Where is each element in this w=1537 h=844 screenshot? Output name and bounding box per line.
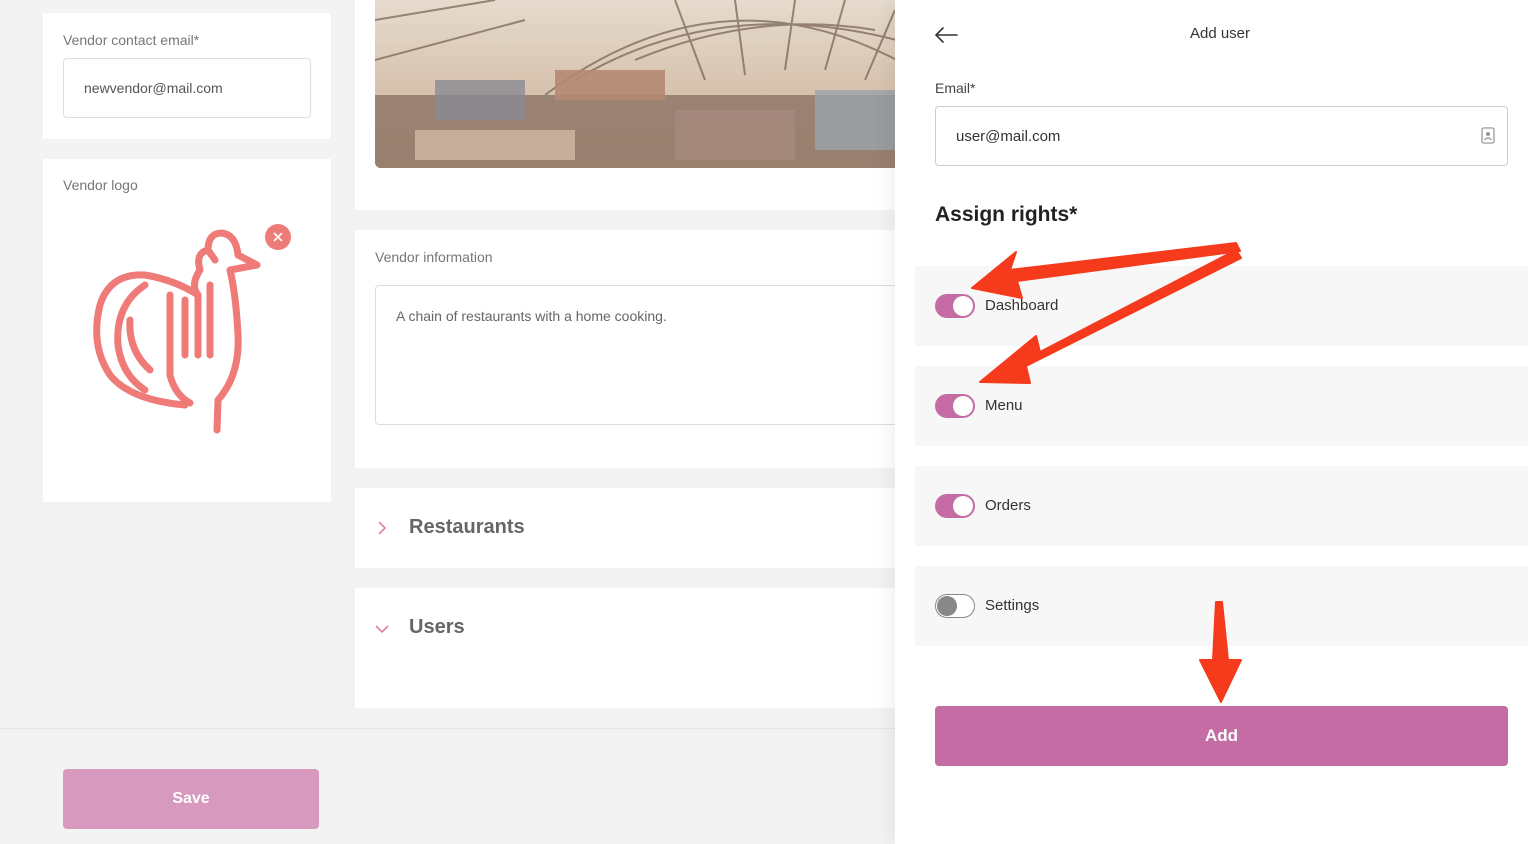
contact-email-field[interactable]: newvendor@mail.com <box>63 58 311 118</box>
rooster-logo-image <box>93 229 261 434</box>
right-row-orders: Orders <box>915 466 1528 546</box>
restaurant-photo <box>375 0 915 168</box>
chevron-down-icon[interactable] <box>374 623 390 635</box>
users-section[interactable] <box>355 588 915 708</box>
chevron-right-icon[interactable] <box>376 520 388 536</box>
contact-card-icon[interactable] <box>1481 127 1495 144</box>
restaurants-section-title[interactable]: Restaurants <box>409 516 525 539</box>
panel-title: Add user <box>1189 25 1251 42</box>
email-input[interactable]: user@mail.com <box>935 106 1508 166</box>
add-button[interactable]: Add <box>935 706 1508 766</box>
contact-email-label: Vendor contact email* <box>63 32 200 48</box>
dashboard-toggle[interactable] <box>935 294 975 318</box>
orders-toggle[interactable] <box>935 494 975 518</box>
vendor-info-textarea[interactable]: A chain of restaurants with a home cooki… <box>375 285 915 425</box>
users-section-title[interactable]: Users <box>409 616 465 639</box>
right-row-settings: Settings <box>915 566 1528 646</box>
vendor-info-label: Vendor information <box>375 249 493 265</box>
right-row-menu: Menu <box>915 366 1528 446</box>
remove-logo-button[interactable] <box>265 224 291 250</box>
save-button[interactable]: Save <box>63 769 319 829</box>
vendor-logo-label: Vendor logo <box>63 177 138 193</box>
right-label: Orders <box>985 497 1031 514</box>
right-label: Dashboard <box>985 297 1059 314</box>
assign-rights-heading: Assign rights* <box>935 203 1078 226</box>
close-icon <box>273 232 283 242</box>
right-label: Settings <box>985 597 1040 614</box>
menu-toggle[interactable] <box>935 394 975 418</box>
glass-dome-graphic <box>375 0 915 168</box>
right-row-dashboard: Dashboard <box>915 266 1528 346</box>
settings-toggle[interactable] <box>935 594 975 618</box>
back-arrow-icon[interactable] <box>933 24 959 46</box>
email-label: Email* <box>935 80 976 96</box>
right-label: Menu <box>985 397 1023 414</box>
